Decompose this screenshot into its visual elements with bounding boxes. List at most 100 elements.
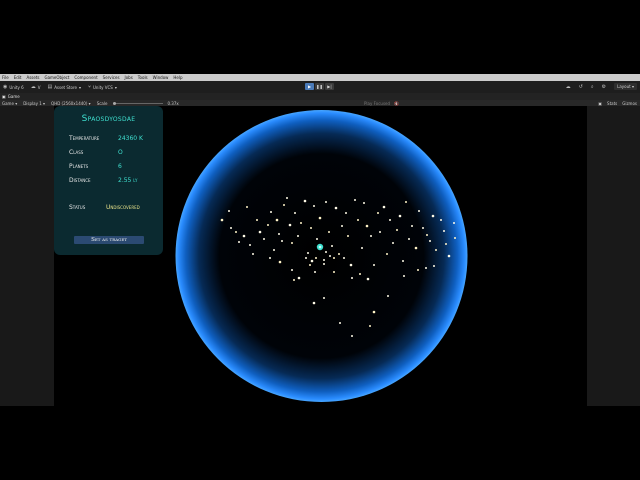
star-point[interactable] (310, 227, 312, 229)
star-point[interactable] (443, 230, 445, 232)
resolution-dropdown[interactable]: QHD (2560x1440) ▾ (51, 101, 91, 106)
star-point[interactable] (386, 253, 388, 255)
star-point[interactable] (307, 252, 309, 254)
star-point[interactable] (246, 206, 248, 208)
star-point[interactable] (398, 214, 402, 218)
star-point[interactable] (351, 335, 353, 337)
star-point[interactable] (359, 273, 361, 275)
star-point[interactable] (294, 212, 296, 214)
star-point[interactable] (366, 277, 370, 281)
star-point[interactable] (314, 271, 316, 273)
star-point[interactable] (315, 257, 317, 259)
display-dropdown[interactable]: Display 1 ▾ (23, 101, 45, 106)
star-point[interactable] (273, 249, 275, 251)
gizmos-toggle[interactable]: Gizmos (622, 101, 637, 106)
star-point[interactable] (323, 263, 325, 265)
star-point[interactable] (454, 237, 456, 239)
star-point[interactable] (228, 210, 230, 212)
star-point[interactable] (309, 264, 311, 266)
collab-icon[interactable]: ☁ (566, 84, 571, 90)
star-point[interactable] (267, 224, 269, 226)
star-point[interactable] (249, 244, 251, 246)
star-point[interactable] (405, 201, 407, 203)
star-point[interactable] (431, 214, 435, 218)
vcs-button[interactable]: ⑂ Unity VCS ▾ (88, 84, 117, 90)
star-point[interactable] (256, 219, 258, 221)
star-point[interactable] (288, 223, 292, 227)
star-point[interactable] (323, 297, 325, 299)
star-point[interactable] (283, 204, 285, 206)
star-point[interactable] (312, 301, 316, 305)
menu-edit[interactable]: Edit (14, 74, 22, 81)
star-point[interactable] (331, 245, 333, 247)
star-point[interactable] (377, 212, 379, 214)
star-point[interactable] (333, 271, 335, 273)
menu-component[interactable]: Component (74, 74, 97, 81)
star-point[interactable] (269, 257, 271, 259)
set-target-button[interactable]: Set as traget (74, 236, 144, 244)
asset-store-button[interactable]: ▤ Asset Store ▾ (47, 84, 81, 90)
star-point[interactable] (426, 234, 428, 236)
star-point[interactable] (422, 227, 424, 229)
star-point[interactable] (238, 241, 240, 243)
star-point[interactable] (396, 229, 398, 231)
star-point[interactable] (347, 235, 349, 237)
star-point[interactable] (387, 295, 389, 297)
star-point[interactable] (252, 253, 254, 255)
menu-file[interactable]: File (2, 74, 9, 81)
star-point[interactable] (291, 242, 293, 244)
star-point[interactable] (425, 267, 427, 269)
star-point[interactable] (440, 219, 442, 221)
star-point[interactable] (270, 211, 272, 213)
menu-tools[interactable]: Tools (138, 74, 148, 81)
star-point[interactable] (323, 259, 325, 261)
menu-jobs[interactable]: Jobs (125, 74, 133, 81)
star-point[interactable] (310, 259, 314, 263)
star-point[interactable] (291, 269, 293, 271)
mode-dropdown[interactable]: Game ▾ (2, 101, 17, 106)
scale-slider[interactable] (113, 101, 164, 105)
star-point[interactable] (278, 260, 282, 264)
star-point[interactable] (313, 205, 315, 207)
star-point[interactable] (354, 199, 356, 201)
star-point[interactable] (408, 238, 410, 240)
settings-icon[interactable]: ⚙ (602, 84, 606, 90)
search-icon[interactable]: ⌕ (591, 84, 594, 90)
star-point[interactable] (242, 234, 246, 238)
star-point[interactable] (435, 249, 437, 251)
star-point[interactable] (339, 322, 341, 324)
star-point[interactable] (361, 247, 363, 249)
layout-dropdown[interactable]: Layout ▾ (614, 83, 637, 90)
star-point[interactable] (325, 201, 327, 203)
star-point[interactable] (275, 218, 279, 222)
star-point[interactable] (363, 202, 365, 204)
star-point[interactable] (343, 257, 345, 259)
star-point[interactable] (318, 216, 322, 220)
menu-help[interactable]: Help (173, 74, 182, 81)
star-point[interactable] (357, 219, 359, 221)
star-point[interactable] (403, 275, 405, 277)
star-point[interactable] (411, 225, 413, 227)
game-viewport[interactable]: Spaosdyosdae Temperature 24360 K Class O… (54, 106, 587, 406)
star-point[interactable] (402, 260, 404, 262)
cloud-dropdown[interactable]: ☁ V (31, 84, 41, 90)
star-point[interactable] (329, 255, 331, 257)
star-point[interactable] (392, 242, 394, 244)
aspect-icon[interactable]: ▣ (598, 101, 602, 106)
star-point[interactable] (373, 264, 375, 266)
star-point[interactable] (334, 206, 338, 210)
mute-icon[interactable]: 🔇 (394, 101, 399, 106)
menu-gameobject[interactable]: GameObject (44, 74, 69, 81)
menu-window[interactable]: Window (153, 74, 169, 81)
star-point[interactable] (429, 240, 431, 242)
star-point[interactable] (370, 235, 372, 237)
star-point[interactable] (369, 325, 371, 327)
pause-button[interactable]: ❚❚ (315, 83, 324, 90)
star-point[interactable] (345, 212, 347, 214)
star-point[interactable] (382, 205, 386, 209)
star-point[interactable] (286, 197, 288, 199)
star-point[interactable] (328, 231, 330, 233)
star-point[interactable] (349, 263, 353, 267)
stats-toggle[interactable]: Stats (607, 101, 617, 106)
star-point[interactable] (300, 222, 302, 224)
